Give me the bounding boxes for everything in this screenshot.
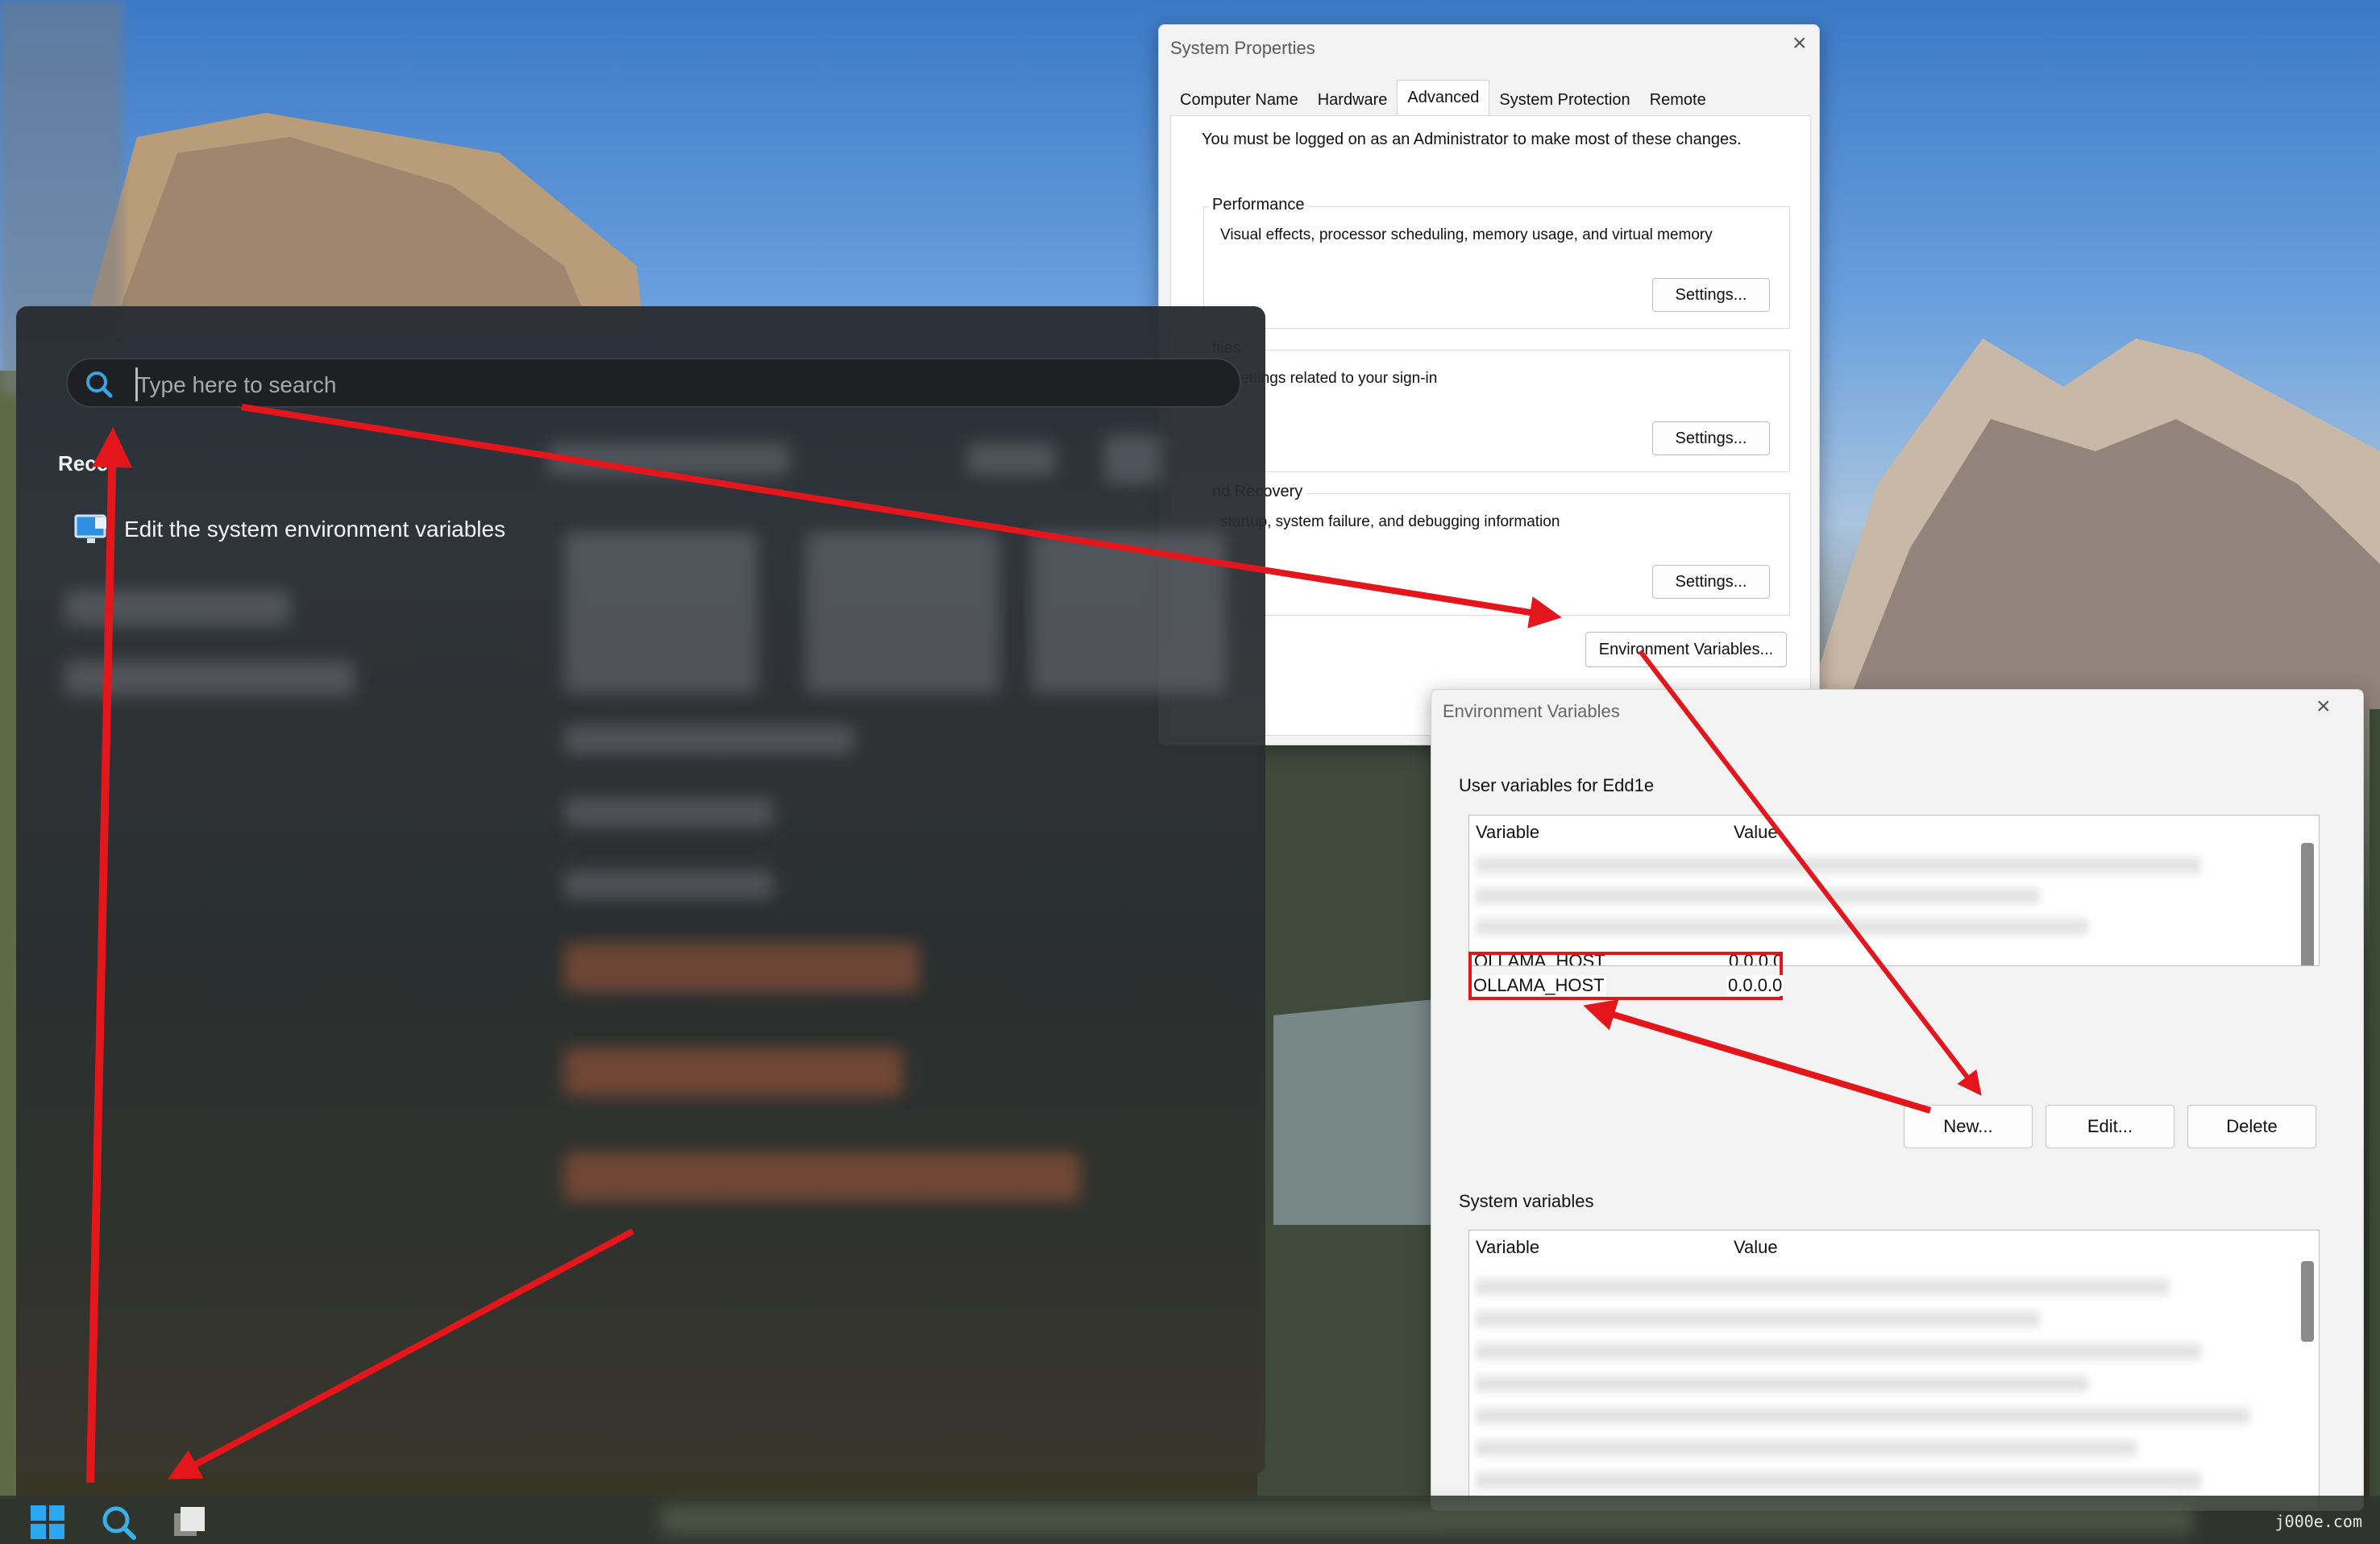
group-description: p settings related to your sign-in — [1220, 370, 1438, 387]
ollama-host-variable[interactable]: OLLAMA_HOST — [1472, 975, 1606, 996]
environment-variables-dialog: Environment Variables × User variables f… — [1431, 689, 2364, 1511]
dialog-title: System Properties — [1170, 38, 1315, 58]
blurred-row — [1476, 888, 2040, 904]
new-button[interactable]: New... — [1904, 1105, 2033, 1148]
blurred-card — [564, 532, 758, 693]
blurred-taskbar-items — [661, 1505, 2192, 1534]
blurred-item — [967, 443, 1056, 475]
blurred-row — [1476, 1376, 2088, 1392]
startup-recovery-group: nd Recovery startup, system failure, and… — [1203, 483, 1790, 616]
environment-variables-button[interactable]: Environment Variables... — [1585, 632, 1787, 667]
user-variables-list[interactable]: Variable Value OLLAMA_HOST 0.0.0.0 — [1468, 815, 2320, 966]
monitor-icon — [74, 514, 106, 543]
dialog-title: Environment Variables — [1443, 701, 1620, 721]
blurred-item — [564, 1048, 903, 1096]
tab-strip: Computer Name Hardware Advanced System P… — [1170, 80, 1716, 117]
user-variables-label: User variables for Edd1e — [1459, 775, 1655, 795]
blurred-row — [1476, 857, 2201, 874]
column-header-value[interactable]: Value — [1734, 1237, 1778, 1258]
delete-button[interactable]: Delete — [2187, 1105, 2316, 1148]
blurred-item — [548, 443, 790, 475]
blurred-row — [1476, 919, 2088, 935]
blurred-row — [1476, 1311, 2040, 1327]
search-input[interactable]: Type here to search — [137, 372, 336, 398]
tab-computer-name[interactable]: Computer Name — [1170, 83, 1308, 115]
scrollbar[interactable] — [2301, 1261, 2314, 1342]
taskbar: j000e.com — [0, 1496, 2380, 1544]
search-icon — [86, 371, 113, 398]
search-icon[interactable] — [100, 1504, 137, 1541]
profiles-settings-button[interactable]: Settings... — [1652, 421, 1770, 455]
blurred-row — [1476, 1343, 2201, 1359]
blurred-card — [1032, 532, 1225, 693]
blurred-item — [564, 725, 854, 754]
recent-heading: Rece — [58, 451, 109, 475]
performance-group: Performance Visual effects, processor sc… — [1203, 196, 1790, 329]
tab-panel: You must be logged on as an Administrato… — [1170, 115, 1811, 736]
tab-hardware[interactable]: Hardware — [1308, 83, 1398, 115]
search-panel: Type here to search Rece Edit the system… — [16, 306, 1265, 1475]
column-header-variable[interactable]: Variable — [1476, 822, 1539, 843]
watermark: j000e.com — [2274, 1512, 2362, 1531]
blurred-item — [64, 590, 290, 625]
blurred-row — [1476, 1279, 2169, 1295]
blurred-item — [564, 870, 774, 899]
system-variables-label: System variables — [1459, 1191, 1594, 1211]
group-description: startup, system failure, and debugging i… — [1220, 513, 1560, 530]
blurred-item — [64, 661, 355, 696]
close-icon[interactable]: × — [1792, 30, 1807, 57]
group-description: Visual effects, processor scheduling, me… — [1220, 226, 1713, 243]
tab-advanced[interactable]: Advanced — [1397, 80, 1490, 117]
windows-start-icon[interactable] — [29, 1504, 66, 1541]
blurred-item — [564, 1152, 1080, 1201]
blurred-row — [1476, 1440, 2137, 1456]
blurred-row — [1476, 1408, 2249, 1424]
tab-remote[interactable]: Remote — [1640, 83, 1716, 115]
admin-note: You must be logged on as an Administrato… — [1202, 131, 1742, 148]
column-header-variable[interactable]: Variable — [1476, 1237, 1539, 1258]
blurred-item — [564, 798, 774, 827]
blurred-item — [564, 943, 919, 991]
recent-item-label: Edit the system environment variables — [124, 517, 506, 542]
task-view-icon[interactable] — [171, 1504, 208, 1541]
system-variables-list[interactable]: Variable Value — [1468, 1230, 2320, 1510]
blurred-row — [1476, 1472, 2201, 1488]
edit-button[interactable]: Edit... — [2046, 1105, 2174, 1148]
group-label: Performance — [1209, 196, 1308, 214]
recent-item[interactable]: Edit the system environment variables — [74, 513, 505, 546]
user-profiles-group: files p settings related to your sign-in… — [1203, 339, 1790, 472]
close-icon[interactable]: × — [2316, 693, 2331, 720]
ollama-host-value[interactable]: 0.0.0.0 — [1726, 975, 1784, 996]
startup-settings-button[interactable]: Settings... — [1652, 565, 1770, 599]
blurred-card — [806, 532, 999, 693]
column-header-value[interactable]: Value — [1734, 822, 1778, 843]
search-box[interactable]: Type here to search — [66, 358, 1241, 408]
blurred-item — [1104, 435, 1161, 484]
scrollbar[interactable] — [2301, 843, 2314, 965]
performance-settings-button[interactable]: Settings... — [1652, 278, 1770, 312]
tab-system-protection[interactable]: System Protection — [1489, 83, 1639, 115]
